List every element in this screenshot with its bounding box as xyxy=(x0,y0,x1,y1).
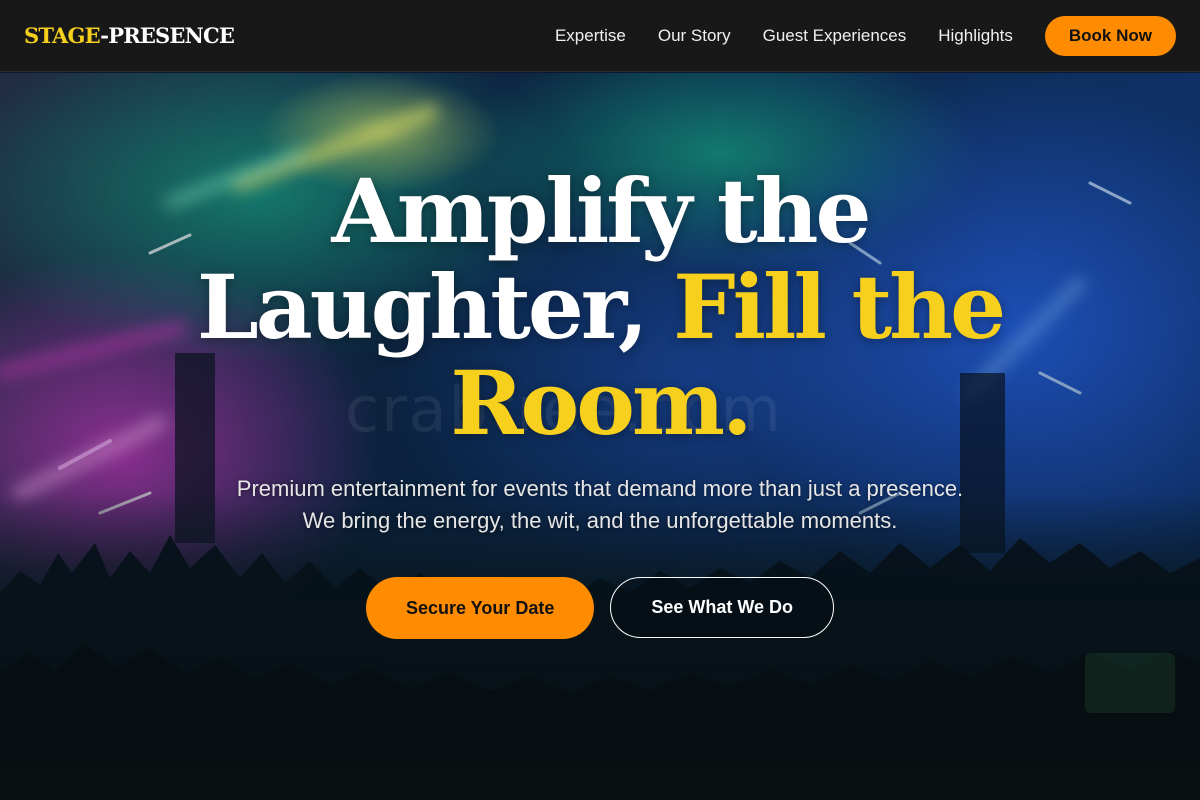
hero-subtext-line1: Premium entertainment for events that de… xyxy=(236,476,964,501)
brand-logo[interactable]: STAGE-PRESENCE xyxy=(24,23,235,48)
hero-subtext: Premium entertainment for events that de… xyxy=(150,473,1050,537)
brand-logo-part1: STAGE xyxy=(24,23,101,48)
nav-link-guest-experiences[interactable]: Guest Experiences xyxy=(763,26,907,46)
brand-logo-part2: -PRESENCE xyxy=(100,23,235,48)
hero-subtext-line2: We bring the energy, the wit, and the un… xyxy=(302,508,898,533)
nav-links: Expertise Our Story Guest Experiences Hi… xyxy=(555,26,1013,46)
nav-link-highlights[interactable]: Highlights xyxy=(938,26,1013,46)
see-what-we-do-button[interactable]: See What We Do xyxy=(610,577,835,638)
nav-link-expertise[interactable]: Expertise xyxy=(555,26,626,46)
hero-cta-row: Secure Your Date See What We Do xyxy=(0,577,1200,639)
secure-your-date-button[interactable]: Secure Your Date xyxy=(365,577,595,639)
book-now-button[interactable]: Book Now xyxy=(1044,15,1176,56)
hero-headline: Amplify the Laughter, Fill the Room. xyxy=(150,163,1050,451)
top-navbar: STAGE-PRESENCE Expertise Our Story Guest… xyxy=(0,0,1200,72)
nav-link-our-story[interactable]: Our Story xyxy=(658,26,731,46)
